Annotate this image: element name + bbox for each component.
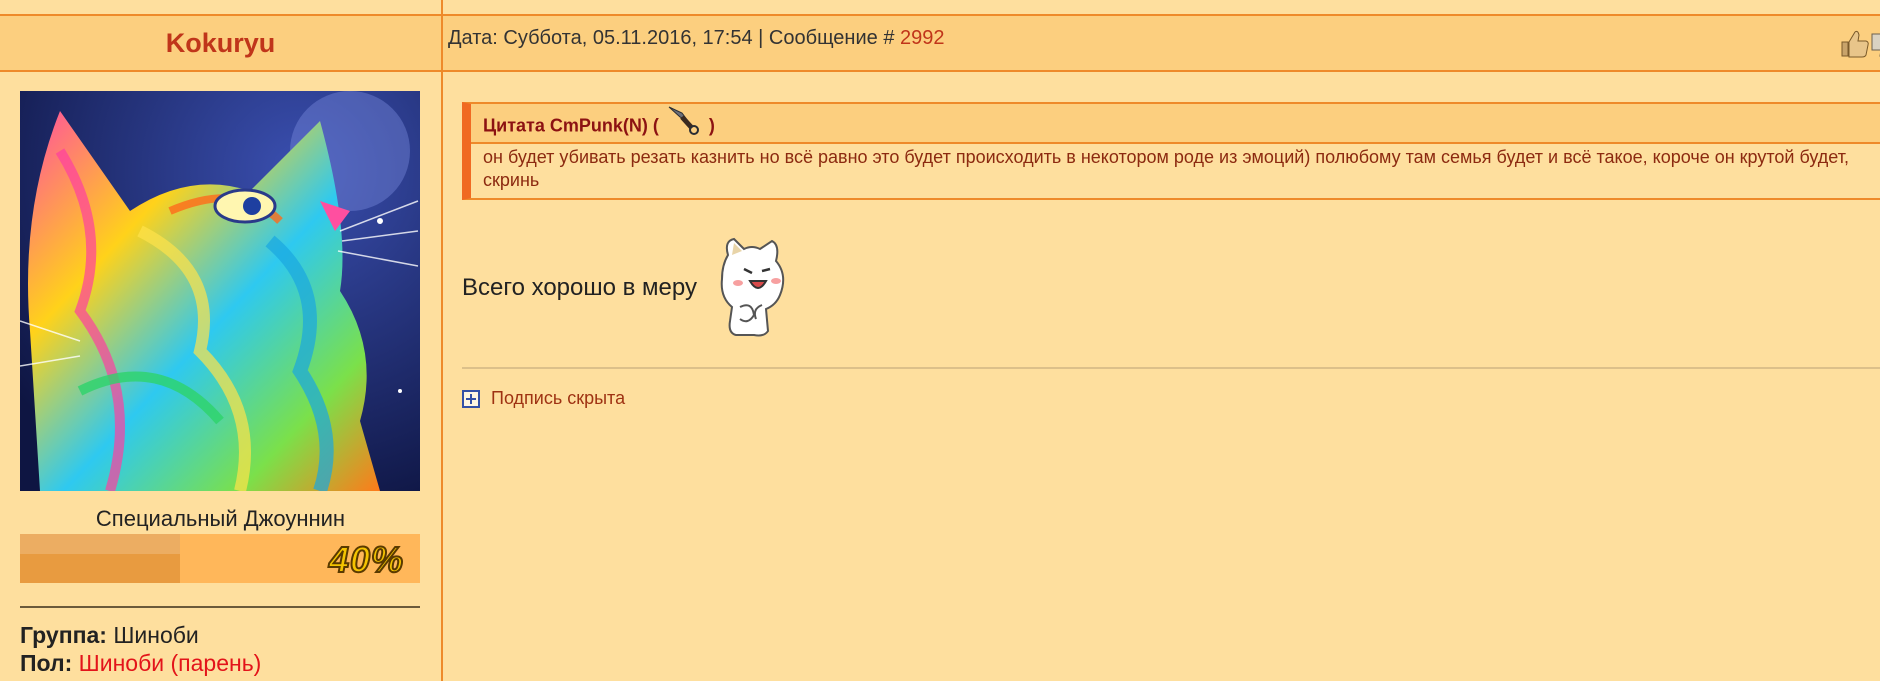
user-group: Группа: Шиноби bbox=[20, 622, 199, 649]
expand-plus-icon[interactable] bbox=[462, 390, 480, 408]
message-number-link[interactable]: 2992 bbox=[900, 27, 945, 49]
username-link[interactable]: Kokuryu bbox=[0, 16, 441, 70]
top-strip bbox=[0, 0, 1880, 16]
signature-divider bbox=[462, 367, 1880, 369]
post-info: Дата: Суббота, 05.11.2016, 17:54 | Сообщ… bbox=[448, 16, 945, 70]
signature-hidden-link[interactable]: Подпись скрыта bbox=[491, 388, 625, 409]
smiley-emoticon bbox=[714, 235, 790, 339]
rank-progress-bar: 40% bbox=[20, 534, 420, 583]
sidebar-divider bbox=[20, 606, 420, 608]
quote-text: он будет убивать резать казнить но всё р… bbox=[483, 147, 1849, 190]
post-date: Дата: Суббота, 05.11.2016, 17:54 | Сообщ… bbox=[448, 27, 895, 49]
user-avatar[interactable] bbox=[20, 91, 420, 491]
quote-header-close: ) bbox=[708, 115, 715, 136]
thumbs-up-icon[interactable] bbox=[1841, 30, 1869, 58]
group-value: Шиноби bbox=[113, 622, 199, 648]
quote-block: Цитата CmPunk(N) ( ) он будет убивать ре… bbox=[462, 102, 1880, 200]
user-gender: Пол: Шиноби (парень) bbox=[20, 650, 261, 677]
rating-buttons bbox=[1838, 26, 1880, 62]
quote-header: Цитата CmPunk(N) ( ) bbox=[471, 104, 1880, 144]
group-label: Группа: bbox=[20, 622, 107, 648]
quote-author: Цитата CmPunk(N) ( bbox=[483, 115, 659, 136]
user-rank-title: Специальный Джоуннин bbox=[95, 506, 346, 531]
gender-label: Пол: bbox=[20, 650, 73, 676]
kunai-icon bbox=[666, 104, 702, 149]
rank-progress-fill bbox=[20, 534, 180, 583]
post-content: Цитата CmPunk(N) ( ) он будет убивать ре… bbox=[443, 72, 1880, 681]
thumbs-down-icon[interactable] bbox=[1871, 33, 1880, 60]
rank-progress-percent: 40% bbox=[328, 538, 404, 581]
message-text: Всего хорошо в меру bbox=[462, 274, 697, 301]
post-header: Kokuryu Дата: Суббота, 05.11.2016, 17:54… bbox=[0, 16, 1880, 72]
gender-value: Шиноби (парень) bbox=[78, 650, 262, 676]
user-sidebar: Специальный Джоуннин 40% Группа: Шиноби … bbox=[0, 72, 443, 681]
